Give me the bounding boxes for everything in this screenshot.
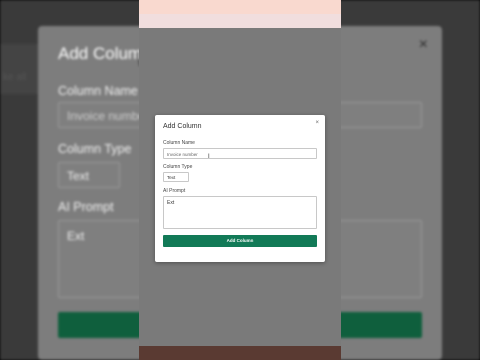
ai-prompt-label: AI Prompt (163, 188, 186, 194)
strip-bottom-band (139, 346, 341, 360)
strip-top-band (139, 0, 341, 14)
background-column-name-label: Column Name (58, 84, 138, 98)
column-name-label: Column Name (163, 140, 195, 146)
column-type-select[interactable]: Text (163, 172, 189, 182)
background-ai-prompt-label: AI Prompt (58, 200, 114, 214)
add-column-button[interactable]: Add Column (163, 235, 317, 247)
add-column-modal: Add Column × Column Name Invoice number … (155, 115, 325, 262)
background-column-type-label: Column Type (58, 142, 132, 156)
background-left-text: ke all (3, 72, 27, 83)
modal-title: Add Column (163, 123, 202, 130)
background-left-panel (0, 44, 38, 94)
background-close-icon: × (418, 36, 428, 53)
close-icon[interactable]: × (315, 120, 319, 126)
column-name-input[interactable]: Invoice number (163, 148, 317, 159)
strip-second-band (139, 14, 341, 28)
text-cursor-icon: I (208, 154, 210, 160)
background-column-type-select: Text (58, 162, 120, 188)
ai-prompt-textarea[interactable]: Ext (163, 196, 317, 229)
column-type-label: Column Type (163, 164, 193, 170)
